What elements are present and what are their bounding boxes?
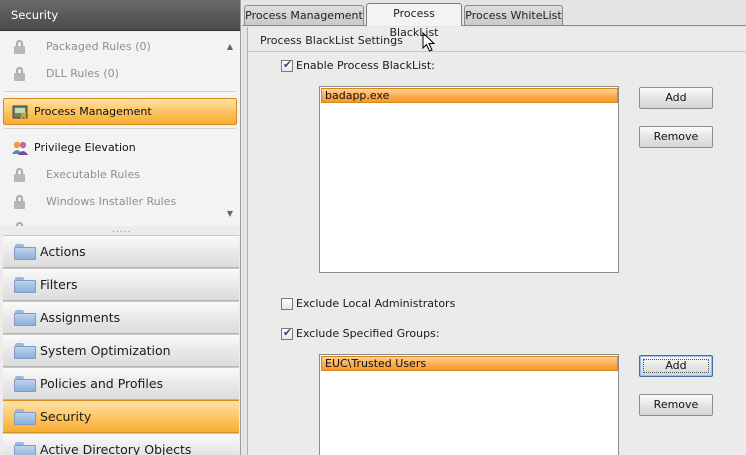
blacklist-add-button[interactable]: Add [639,87,713,109]
enable-blacklist-checkbox[interactable]: ✔ [281,58,293,72]
tree-item-label: Packaged Rules (0) [46,40,151,53]
nav-active-directory-objects[interactable]: Active Directory Objects [3,433,239,455]
tree-item-process-management[interactable]: Process Management [3,98,237,125]
enable-blacklist-label: Enable Process BlackList: [296,59,435,72]
nav-label: System Optimization [40,343,171,358]
splitter-grip[interactable]: ..... [112,226,131,235]
nav-label: Policies and Profiles [40,376,164,391]
left-navigation-panel: Security Packaged Rules (0) ▲ DLL Rules … [0,0,241,455]
groups-listbox[interactable]: EUC\Trusted Users [319,354,619,455]
lock-icon [14,195,25,209]
tab-strip-border [242,25,746,26]
tab-content: Process BlackList Settings ✔ Enable Proc… [247,27,746,455]
checkmark-icon: ✔ [282,326,293,339]
nav-label: Actions [40,244,86,259]
nav-label: Security [40,409,92,424]
tree-divider [4,128,236,129]
nav-security[interactable]: Security [3,400,239,433]
list-item[interactable]: badapp.exe [321,88,618,103]
groups-add-button[interactable]: Add [639,355,713,377]
lock-icon [14,40,25,54]
folder-icon [14,442,36,455]
settings-title: Process BlackList Settings [260,34,403,47]
users-icon [12,141,28,155]
list-item[interactable]: EUC\Trusted Users [321,356,618,371]
nav-assignments[interactable]: Assignments [3,301,239,334]
lock-icon [14,67,25,81]
section-header: Security [0,0,240,31]
tab-process-whitelist[interactable]: Process WhiteList [464,5,563,25]
tree-item-label: Process Management [34,105,152,118]
tree-item-label: Windows Installer Rules [46,195,177,208]
tab-process-blacklist[interactable]: Process BlackList [366,3,462,39]
tree-item-label: DLL Rules (0) [46,67,119,80]
nav-system-optimization[interactable]: System Optimization [3,334,239,367]
tree-item-executable-rules[interactable]: Executable Rules [0,162,238,188]
scroll-up-arrow-icon[interactable]: ▲ [227,42,233,51]
folder-icon [14,277,36,293]
nav-label: Filters [40,277,78,292]
tree-item-label: Executable Rules [46,168,140,181]
security-tree: Packaged Rules (0) ▲ DLL Rules (0) Proce… [0,32,240,226]
exclude-local-admins-checkbox[interactable] [281,298,293,310]
groups-remove-button[interactable]: Remove [639,394,713,416]
exclude-groups-label: Exclude Specified Groups: [296,327,440,340]
lock-icon [14,168,25,182]
folder-icon [14,343,36,359]
blacklist-remove-button[interactable]: Remove [639,126,713,148]
exclude-groups-checkbox[interactable]: ✔ [281,326,293,340]
tree-divider [4,91,236,92]
tree-item-privilege-elevation[interactable]: Privilege Elevation [0,135,238,161]
nav-label: Active Directory Objects [40,442,192,455]
checkmark-icon: ✔ [282,58,293,71]
tab-process-management[interactable]: Process Management [244,5,364,25]
main-panel: Process Management Process BlackList Pro… [242,0,746,455]
folder-icon [14,409,36,425]
tree-item-dll-rules[interactable]: DLL Rules (0) [0,61,238,87]
folder-icon [14,244,36,260]
focus-rect [643,359,709,373]
folder-icon [14,310,36,326]
settings-divider [248,51,746,52]
exclude-local-admins-label: Exclude Local Administrators [296,297,456,310]
nav-policies-and-profiles[interactable]: Policies and Profiles [3,367,239,400]
tree-item-windows-installer-rules[interactable]: Windows Installer Rules [0,189,238,215]
process-management-icon [12,105,28,119]
nav-actions[interactable]: Actions [3,235,239,268]
nav-filters[interactable]: Filters [3,268,239,301]
lock-icon [14,222,25,226]
tree-item-packaged-rules[interactable]: Packaged Rules (0) [0,34,238,60]
tree-item-label: Privilege Elevation [34,141,136,154]
nav-label: Assignments [40,310,121,325]
blacklist-listbox[interactable]: badapp.exe [319,86,619,273]
folder-icon [14,376,36,392]
